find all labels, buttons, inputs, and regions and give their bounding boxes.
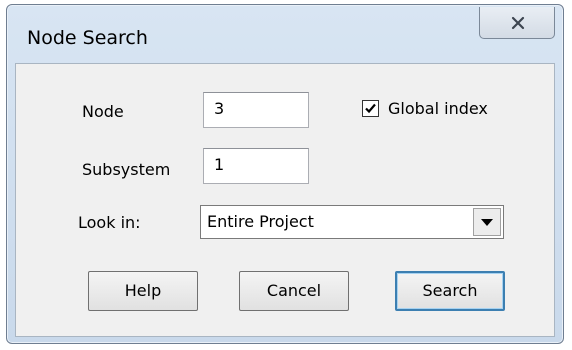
dialog-content: Node 3 Global index Subsystem 1 Look in:… — [15, 63, 555, 337]
chevron-down-icon — [481, 219, 493, 226]
dialog-title: Node Search — [27, 27, 148, 49]
search-button[interactable]: Search — [395, 271, 505, 311]
node-label: Node — [82, 102, 124, 121]
node-search-dialog: Node Search Node 3 Global index Subsyste… — [6, 4, 564, 344]
global-index-checkbox[interactable] — [362, 100, 379, 117]
close-button[interactable] — [479, 7, 555, 39]
look-in-label: Look in: — [78, 213, 141, 232]
subsystem-label: Subsystem — [82, 160, 171, 179]
close-x-icon — [511, 16, 525, 30]
checkmark-icon — [365, 103, 376, 114]
help-button[interactable]: Help — [88, 271, 198, 311]
title-bar[interactable]: Node Search — [7, 5, 563, 59]
global-index-label: Global index — [388, 99, 488, 118]
node-input[interactable]: 3 — [203, 92, 309, 128]
look-in-dropdown[interactable]: Entire Project — [200, 205, 504, 239]
subsystem-input[interactable]: 1 — [203, 148, 309, 184]
look-in-selected-value: Entire Project — [207, 212, 314, 231]
dropdown-arrow-button[interactable] — [473, 208, 501, 236]
cancel-button[interactable]: Cancel — [239, 271, 349, 311]
